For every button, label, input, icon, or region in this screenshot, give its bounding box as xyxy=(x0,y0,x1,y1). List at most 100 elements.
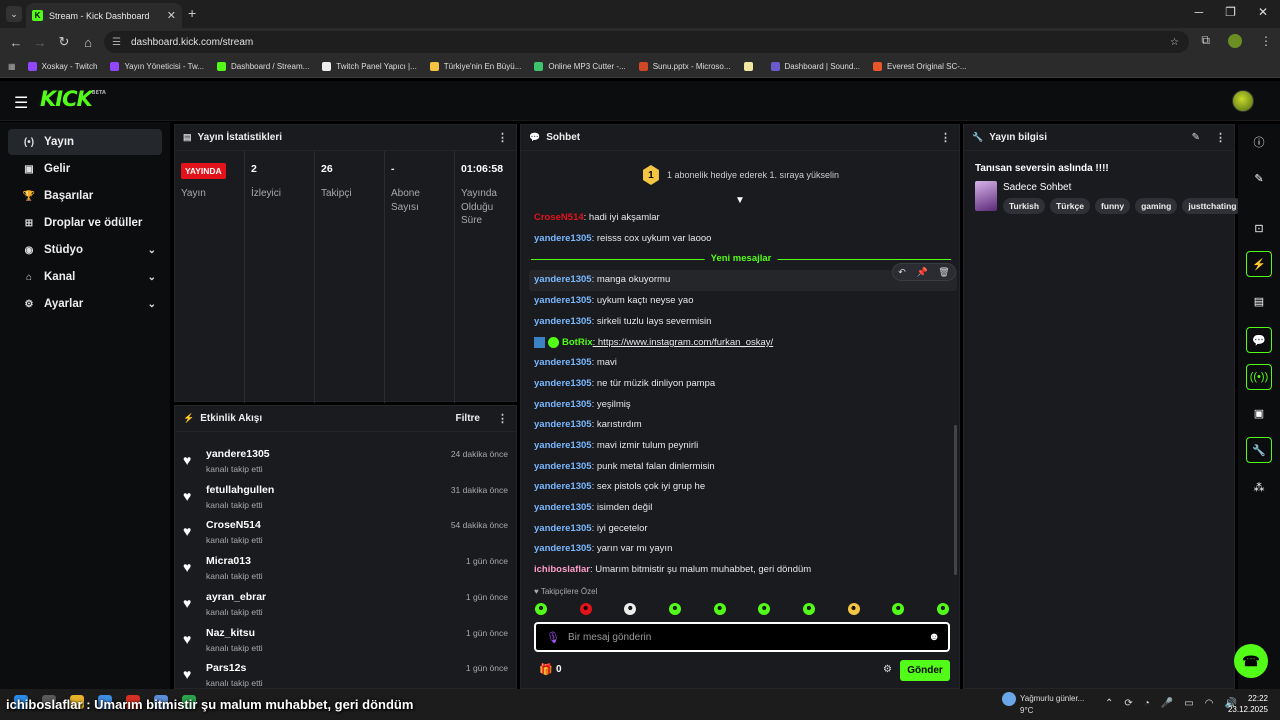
bookmark-item[interactable]: Xoskay - Twitch xyxy=(27,62,97,71)
chat-username[interactable]: yandere1305 xyxy=(534,378,592,389)
chat-username[interactable]: yandere1305 xyxy=(534,399,592,410)
chat-text[interactable]: : https://www.instagram.com/furkan_oskay… xyxy=(593,337,774,348)
site-info-icon[interactable]: ☰ xyxy=(112,37,121,48)
chevron-down-icon[interactable]: ⌄ xyxy=(148,245,156,256)
user-avatar[interactable] xyxy=(1232,90,1254,112)
chat-username[interactable]: CroseN514 xyxy=(534,212,584,223)
share-icon[interactable]: ⁂ xyxy=(1246,474,1272,500)
window-close-icon[interactable]: ✕ xyxy=(1258,5,1268,19)
chat-input-box[interactable]: 🎙 ☻ xyxy=(534,622,950,652)
tray-chevron-icon[interactable]: ⌃ xyxy=(1105,698,1113,709)
forward-icon[interactable]: → xyxy=(28,35,52,50)
event-username[interactable]: yandere1305 xyxy=(206,448,270,460)
reload-icon[interactable]: ↻ xyxy=(52,34,76,50)
sidebar-item-1[interactable]: (•) Yayın xyxy=(8,129,162,155)
emote-icon[interactable]: ☻ xyxy=(579,603,592,615)
event-username[interactable]: Pars12s xyxy=(206,662,246,674)
minimize-icon[interactable]: ─ xyxy=(1195,5,1204,19)
clipboard-icon[interactable]: ▤ xyxy=(1246,288,1272,314)
bookmark-item[interactable]: Türkiye'nin En Büyü... xyxy=(429,62,521,71)
chat-message[interactable]: yandere1305: mavi izmir tulum peynirli xyxy=(534,440,698,451)
bookmark-item[interactable]: Twitch Panel Yapıcı |... xyxy=(322,62,417,71)
chat-rail-icon[interactable]: 💬 xyxy=(1246,327,1272,353)
sidebar-item-7[interactable]: ⚙ Ayarlar ⌄ xyxy=(8,291,162,317)
chat-username[interactable]: yandere1305 xyxy=(534,274,592,285)
info-icon[interactable]: ⓘ xyxy=(1246,129,1272,155)
chat-username[interactable]: yandere1305 xyxy=(534,419,592,430)
info-menu-icon[interactable]: ⋮ xyxy=(1215,131,1226,144)
chat-message[interactable]: yandere1305: reisss cox uykum var laooo xyxy=(534,233,711,244)
close-tab-icon[interactable]: ✕ xyxy=(167,9,176,22)
delete-icon[interactable]: 🗑 xyxy=(938,267,949,278)
chat-username[interactable]: yandere1305 xyxy=(534,543,592,554)
pin-icon[interactable]: 📌 xyxy=(916,267,927,278)
chat-menu-icon[interactable]: ⋮ xyxy=(940,131,951,144)
stream-tag[interactable]: gaming xyxy=(1135,198,1178,214)
layout-icon[interactable]: ▣ xyxy=(1246,400,1272,426)
edit-pencil-icon[interactable]: ✎ xyxy=(1192,132,1200,143)
kick-logo[interactable]: KICKBETA xyxy=(40,87,106,111)
chat-message[interactable]: yandere1305: sirkeli tuzlu lays severmis… xyxy=(534,316,711,327)
capture-icon[interactable]: ⊡ xyxy=(1246,215,1272,241)
chat-message[interactable]: yandere1305: sex pistols çok iyi grup he xyxy=(534,481,705,492)
chat-message[interactable]: yandere1305: uykum kaçtı neyse yao xyxy=(534,295,694,306)
quick-action-icon[interactable]: ⚡ xyxy=(1246,251,1272,277)
bookmark-item[interactable]: Online MP3 Cutter -... xyxy=(534,62,626,71)
emote-icon[interactable]: ☻ xyxy=(535,603,547,615)
chat-username[interactable]: ichiboslaflar xyxy=(534,564,590,575)
new-tab-icon[interactable]: + xyxy=(188,5,196,21)
network-icon[interactable]: ◔ xyxy=(1144,698,1150,709)
stream-tag[interactable]: Türkçe xyxy=(1050,198,1090,214)
sidebar-item-4[interactable]: ⊞ Droplar ve ödüller xyxy=(8,210,162,236)
event-username[interactable]: CroseN514 xyxy=(206,519,261,531)
bookmark-star-icon[interactable]: ☆ xyxy=(1170,37,1179,48)
apps-grid-icon[interactable]: ▦ xyxy=(8,62,16,71)
emote-icon[interactable]: ☻ xyxy=(892,603,905,615)
sidebar-item-6[interactable]: ⌂ Kanal ⌄ xyxy=(8,264,162,290)
hamburger-menu-icon[interactable]: ☰ xyxy=(14,93,28,113)
chat-username[interactable]: yandere1305 xyxy=(534,481,592,492)
chat-scrollbar[interactable] xyxy=(954,425,957,575)
weather-widget[interactable]: Yağmurlu günler... 9°C xyxy=(1002,692,1084,716)
home-icon[interactable]: ⌂ xyxy=(76,35,100,50)
chat-message[interactable]: ichiboslaflar: Umarım bitmistir şu malum… xyxy=(534,564,811,575)
bookmark-item[interactable]: Everest Original SC-... xyxy=(873,62,967,71)
mic-tray-icon[interactable]: 🎤 xyxy=(1161,698,1173,709)
chat-message[interactable]: yandere1305: punk metal falan dinlermisi… xyxy=(534,461,715,472)
clock[interactable]: 22:22 23.12.2025 xyxy=(1228,693,1268,715)
chat-message[interactable]: CroseN514: hadi iyi akşamlar xyxy=(534,212,660,223)
chat-username[interactable]: yandere1305 xyxy=(534,316,592,327)
gift-box-icon[interactable]: 🎁 xyxy=(539,663,553,676)
chevron-down-icon[interactable]: ⌄ xyxy=(148,299,156,310)
display-icon[interactable]: ▭ xyxy=(1184,698,1193,709)
chat-username[interactable]: yandere1305 xyxy=(534,461,592,472)
microphone-icon[interactable]: 🎙 xyxy=(546,631,560,644)
event-username[interactable]: Naz_kitsu xyxy=(206,627,255,639)
stream-tag[interactable]: funny xyxy=(1094,198,1131,214)
chat-settings-icon[interactable]: ⚙ xyxy=(883,664,892,675)
chat-message[interactable]: yandere1305: mavi xyxy=(534,357,617,368)
bookmark-item[interactable] xyxy=(743,62,758,71)
events-menu-icon[interactable]: ⋮ xyxy=(497,412,508,425)
chevron-down-icon[interactable]: ⌄ xyxy=(148,272,156,283)
event-username[interactable]: Micra013 xyxy=(206,555,251,567)
emote-icon[interactable]: ☻ xyxy=(847,603,860,615)
chat-message[interactable]: yandere1305: yeşilmiş xyxy=(534,399,631,410)
chat-message[interactable]: yandere1305: yarın var mı yayın xyxy=(534,543,672,554)
bookmark-item[interactable]: Sunu.pptx - Microso... xyxy=(638,62,731,71)
send-button[interactable]: Gönder xyxy=(900,660,950,681)
broadcast-rail-icon[interactable]: ((•)) xyxy=(1246,364,1272,390)
chat-message-input[interactable] xyxy=(567,631,908,643)
emote-icon[interactable]: ☻ xyxy=(758,603,771,615)
event-username[interactable]: fetullahgullen xyxy=(206,484,274,496)
pencil-icon[interactable]: ✎ xyxy=(1246,165,1272,191)
browser-tab[interactable]: K Stream - Kick Dashboard ✕ xyxy=(26,3,182,28)
emote-icon[interactable]: ☻ xyxy=(668,603,681,615)
emote-icon[interactable]: ☻ xyxy=(713,603,726,615)
stream-tag[interactable]: Turkish xyxy=(1003,198,1046,214)
back-icon[interactable]: ← xyxy=(4,35,28,50)
chat-username[interactable]: yandere1305 xyxy=(534,440,592,451)
emoji-picker-icon[interactable]: ☻ xyxy=(928,631,940,643)
chat-message[interactable]: BotRix: https://www.instagram.com/furkan… xyxy=(534,337,773,348)
tools-icon[interactable]: 🔧 xyxy=(1246,437,1272,463)
